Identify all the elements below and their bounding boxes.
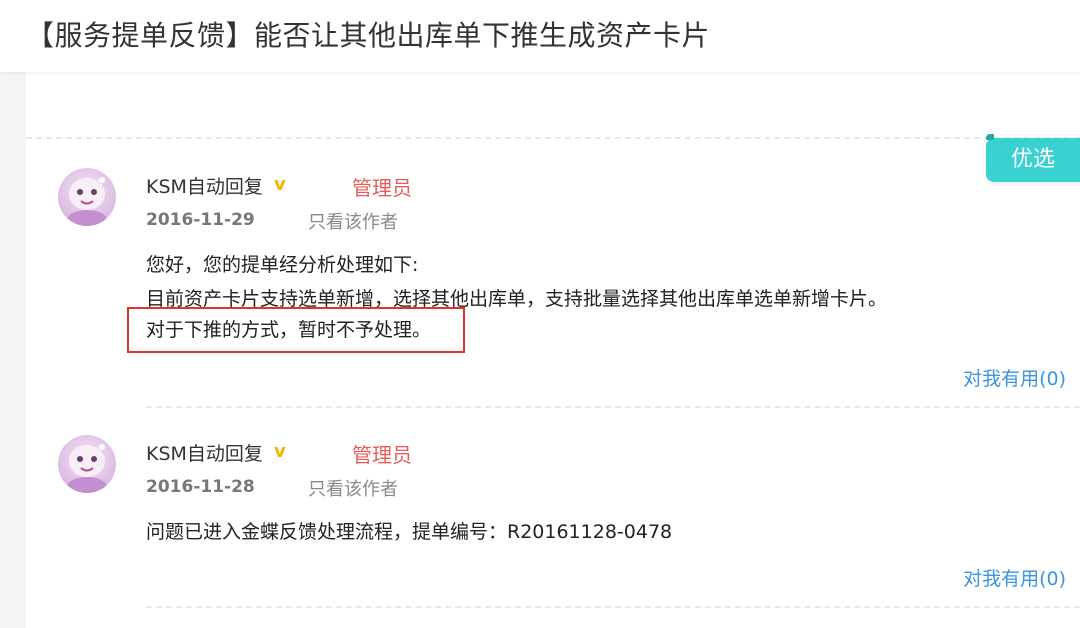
author-only-link[interactable]: 只看该作者 [308, 475, 398, 501]
author-name[interactable]: KSM自动回复 [146, 172, 263, 199]
author-only-link[interactable]: 只看该作者 [308, 208, 398, 234]
avatar[interactable] [58, 435, 116, 493]
divider-top [26, 137, 1080, 139]
divider-reply [146, 606, 1080, 608]
role-label: 管理员 [352, 443, 412, 467]
useful-button[interactable]: 对我有用(0) [963, 564, 1066, 591]
reply-line: 您好，您的提单经分析处理如下: [146, 254, 419, 276]
highlight-annotation [127, 307, 465, 353]
reply-item: KSM自动回复 v 管理员 2016-11-29 只看该作者 您好，您的提单经分… [26, 168, 1080, 398]
post-date: 2016-11-28 [146, 477, 255, 497]
page-title: 【服务提单反馈】能否让其他出库单下推生成资产卡片 [26, 19, 711, 52]
reply-line: 问题已进入金蝶反馈处理流程，提单编号：R20161128-0478 [146, 521, 673, 543]
page-header: 【服务提单反馈】能否让其他出库单下推生成资产卡片 [0, 0, 1080, 72]
post-date: 2016-11-29 [146, 210, 255, 230]
vip-icon: v [274, 174, 286, 195]
avatar-image [58, 435, 116, 493]
reply-item: KSM自动回复 v 管理员 2016-11-28 只看该作者 问题已进入金蝶反馈… [26, 435, 1080, 605]
avatar-image [58, 168, 116, 226]
author-name[interactable]: KSM自动回复 [146, 439, 263, 466]
avatar[interactable] [58, 168, 116, 226]
vip-icon: v [274, 441, 286, 462]
divider-reply [146, 406, 1080, 408]
useful-button[interactable]: 对我有用(0) [963, 364, 1066, 391]
role-label: 管理员 [352, 176, 412, 200]
